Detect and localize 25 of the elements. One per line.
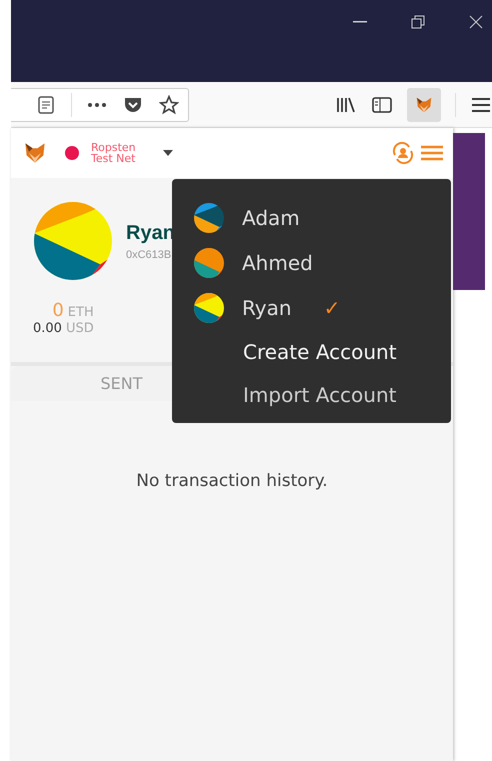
restore-icon[interactable] [411,15,425,29]
fox-icon [415,96,433,114]
fox-icon [23,141,47,165]
fiat-balance: 0.00 [33,321,62,336]
account-menu-item[interactable]: Adam [194,195,451,240]
account-menu-item[interactable]: Ryan ✓ [194,285,451,330]
account-name: Ryan [126,222,175,244]
account-avatar [194,202,224,232]
fiat-unit: USD [66,321,94,336]
check-icon: ✓ [324,296,340,320]
account-avatar [194,292,224,322]
star-icon[interactable] [158,94,180,116]
account-avatar [194,248,224,278]
network-status-dot [65,146,79,160]
empty-message: No transaction history. [135,471,329,491]
close-icon[interactable] [469,15,483,29]
address-bar[interactable] [11,88,189,122]
menu-action[interactable]: Create Account [243,330,451,373]
account-menu-item[interactable]: Ahmed [194,240,451,285]
eth-balance: 0 [52,300,64,321]
eth-unit: ETH [68,305,94,320]
account-switch-icon[interactable] [391,141,415,165]
caret-icon[interactable] [163,150,173,156]
menu-action[interactable]: Import Account [243,373,451,416]
minimize-icon[interactable] [353,21,367,23]
